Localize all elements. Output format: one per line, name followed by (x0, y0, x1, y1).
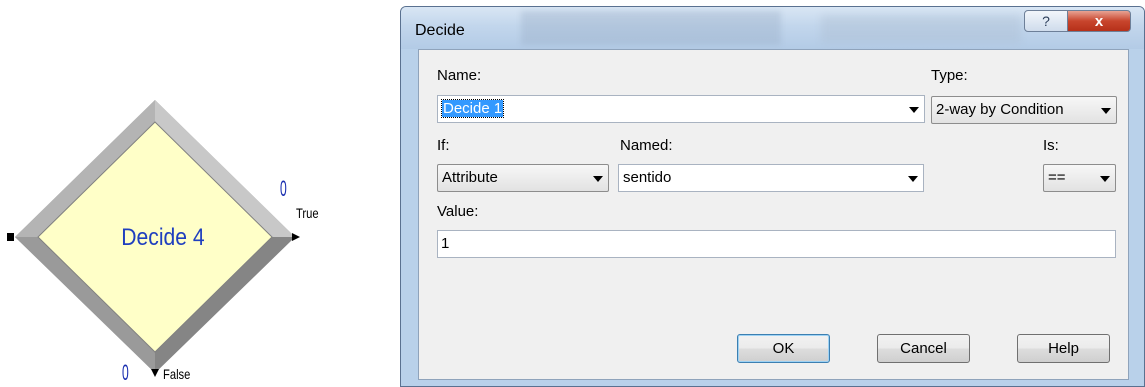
help-icon[interactable]: ? (1024, 10, 1068, 32)
chevron-down-icon[interactable] (593, 176, 603, 182)
true-count: 0 (280, 176, 287, 201)
name-value: Decide 1 (440, 99, 505, 118)
false-label: False (163, 366, 191, 382)
false-exit-arrow[interactable] (151, 369, 159, 377)
named-value: sentido (623, 169, 672, 186)
chevron-down-icon[interactable] (908, 176, 918, 182)
dialog-title: Decide (415, 22, 465, 39)
is-label: Is: (1043, 137, 1059, 154)
if-value: Attribute (442, 169, 498, 186)
chevron-down-icon[interactable] (1100, 176, 1110, 182)
decide-dialog: Decide ? x Name: Type: Decide 1 2-way by… (400, 6, 1145, 387)
is-select[interactable]: == (1043, 164, 1116, 192)
named-label: Named: (620, 137, 673, 154)
name-label: Name: (437, 67, 482, 84)
if-select[interactable]: Attribute (437, 164, 609, 192)
false-count: 0 (122, 360, 129, 385)
true-label: True (296, 205, 319, 221)
value-input[interactable]: 1 (437, 230, 1116, 258)
entry-connector[interactable] (7, 233, 14, 241)
dialog-client: Name: Type: Decide 1 2-way by Condition … (418, 49, 1129, 380)
module-title: Decide 4 (121, 224, 205, 251)
true-exit-arrow[interactable] (292, 233, 300, 241)
cancel-button[interactable]: Cancel (877, 334, 970, 363)
decide-module-shape[interactable] (0, 0, 400, 387)
chevron-down-icon[interactable] (1101, 108, 1111, 114)
is-value: == (1048, 169, 1066, 186)
type-select[interactable]: 2-way by Condition (931, 96, 1117, 124)
title-bar[interactable]: Decide ? x (401, 7, 1144, 49)
ok-button[interactable]: OK (737, 334, 830, 363)
if-label: If: (437, 137, 450, 154)
type-value: 2-way by Condition (936, 101, 1064, 118)
named-combobox[interactable]: sentido (618, 164, 924, 192)
close-icon[interactable]: x (1067, 10, 1131, 32)
name-combobox[interactable]: Decide 1 (437, 95, 925, 123)
chevron-down-icon[interactable] (909, 107, 919, 113)
decide-module[interactable]: Decide 4 0 True 0 False (0, 0, 400, 387)
value-label: Value: (437, 203, 479, 220)
type-label: Type: (931, 67, 968, 84)
help-button[interactable]: Help (1017, 334, 1110, 363)
